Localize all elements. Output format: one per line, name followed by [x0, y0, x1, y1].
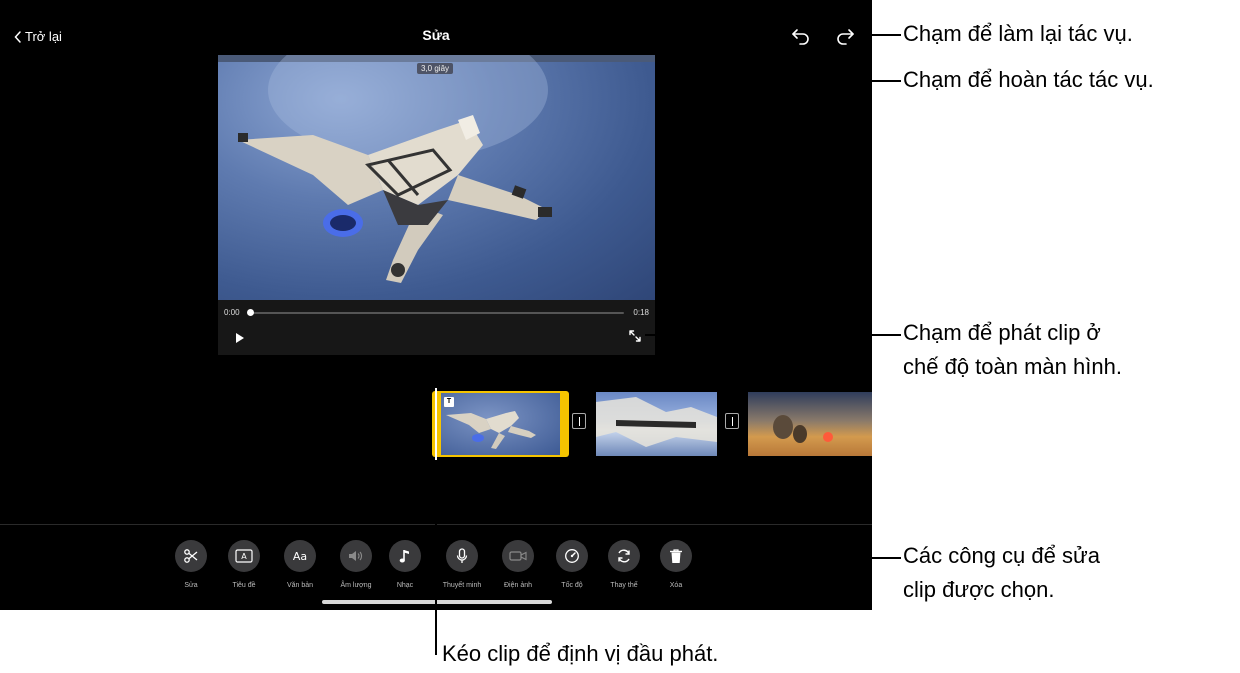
expand-icon: [629, 330, 641, 342]
svg-text:A: A: [241, 552, 247, 561]
playhead-callout-line: [435, 460, 437, 655]
skydiver-thumbnail: [446, 411, 536, 449]
tool-music[interactable]: Nhạc: [380, 540, 430, 589]
video-frame[interactable]: 3,0 giây: [218, 55, 655, 300]
undo-callout-line: [800, 80, 901, 82]
svg-text:Aa: Aa: [293, 550, 307, 563]
clip-thumbnail[interactable]: [748, 392, 872, 456]
scrubber-track[interactable]: [250, 312, 624, 314]
tool-title[interactable]: A Tiêu đề: [219, 540, 269, 589]
fullscreen-callout-line: [645, 334, 901, 336]
tool-text[interactable]: Aa Văn bản: [275, 540, 325, 589]
skydiver-image: [238, 55, 552, 283]
tools-callout-line: [692, 557, 901, 559]
sunset-skydivers-thumbnail: [773, 415, 833, 443]
fullscreen-callout-line2: chế độ toàn màn hình.: [903, 354, 1122, 379]
play-icon: [236, 333, 244, 343]
clip-duration-badge: 3,0 giây: [417, 63, 454, 74]
tool-label: Tiêu đề: [232, 582, 256, 589]
playback-controls: 0:00 0:18: [218, 300, 655, 355]
home-indicator: [322, 600, 552, 604]
skydivers-thumbnail: [596, 397, 717, 447]
playhead[interactable]: [435, 388, 437, 460]
playhead-callout: Kéo clip để định vị đầu phát.: [442, 641, 719, 666]
redo-callout-line: [857, 34, 901, 36]
transition-button[interactable]: [572, 413, 586, 429]
current-time: 0:00: [224, 308, 240, 317]
volume-icon: [349, 551, 363, 561]
title-badge-icon: T: [444, 397, 454, 407]
tool-label: Thuyết minh: [442, 582, 482, 589]
tool-label: Văn bản: [286, 582, 314, 589]
tools-callout-line1: Các công cụ để sửa: [903, 543, 1100, 568]
tool-label: Sửa: [184, 582, 198, 589]
title-icon: A: [235, 549, 253, 563]
text-icon: Aa: [293, 550, 307, 563]
tool-edit[interactable]: Sửa: [166, 540, 216, 589]
tool-speed[interactable]: Tốc độ: [547, 540, 597, 589]
scissors-icon: [184, 549, 198, 563]
transition-icon: [578, 416, 580, 426]
play-button[interactable]: [235, 331, 245, 349]
tool-delete[interactable]: Xóa: [651, 540, 701, 589]
video-camera-icon: [509, 551, 527, 561]
clip-timeline[interactable]: T: [432, 391, 872, 457]
clip-thumbnail: [441, 393, 560, 455]
transition-button[interactable]: [725, 413, 739, 429]
tool-label: Tốc độ: [561, 582, 583, 589]
tool-label: Xóa: [669, 582, 683, 589]
page-title: Sửa: [422, 27, 450, 43]
tools-callout-line2: clip được chọn.: [903, 577, 1055, 602]
video-viewer[interactable]: 3,0 giây 0:00 0:18: [218, 55, 655, 355]
speedometer-icon: [565, 549, 579, 563]
selected-clip[interactable]: T: [432, 391, 569, 457]
edit-toolbar: Sửa A Tiêu đề Aa Văn bản Âm lượng Nhạc T…: [172, 540, 702, 595]
redo-button[interactable]: [832, 23, 858, 49]
tool-volume[interactable]: Âm lượng: [331, 540, 381, 589]
clip-thumbnail[interactable]: [596, 392, 717, 456]
fullscreen-callout-line1: Chạm để phát clip ở: [903, 320, 1101, 345]
tool-voiceover[interactable]: Thuyết minh: [437, 540, 487, 589]
trash-icon: [670, 549, 682, 563]
undo-icon: [792, 29, 809, 45]
undo-button[interactable]: [788, 23, 814, 49]
tool-label: Nhạc: [396, 582, 414, 589]
tool-label: Thay thế: [610, 582, 638, 589]
tool-label: Điện ảnh: [503, 582, 533, 589]
undo-callout: Chạm để hoàn tác tác vụ.: [903, 67, 1154, 92]
tool-replace[interactable]: Thay thế: [599, 540, 649, 589]
replace-icon: [618, 549, 630, 563]
tool-label: Âm lượng: [340, 582, 372, 589]
redo-icon: [837, 29, 854, 45]
tool-cinematic[interactable]: Điện ảnh: [493, 540, 543, 589]
fullscreen-button[interactable]: [628, 329, 642, 348]
transition-icon: [731, 416, 733, 426]
redo-callout: Chạm để làm lại tác vụ.: [903, 21, 1133, 46]
microphone-icon: [456, 548, 468, 563]
end-time: 0:18: [633, 308, 649, 317]
music-note-icon: [399, 550, 409, 563]
undo-callout-line-vertical: [800, 50, 802, 81]
scrubber-knob[interactable]: [247, 309, 254, 316]
